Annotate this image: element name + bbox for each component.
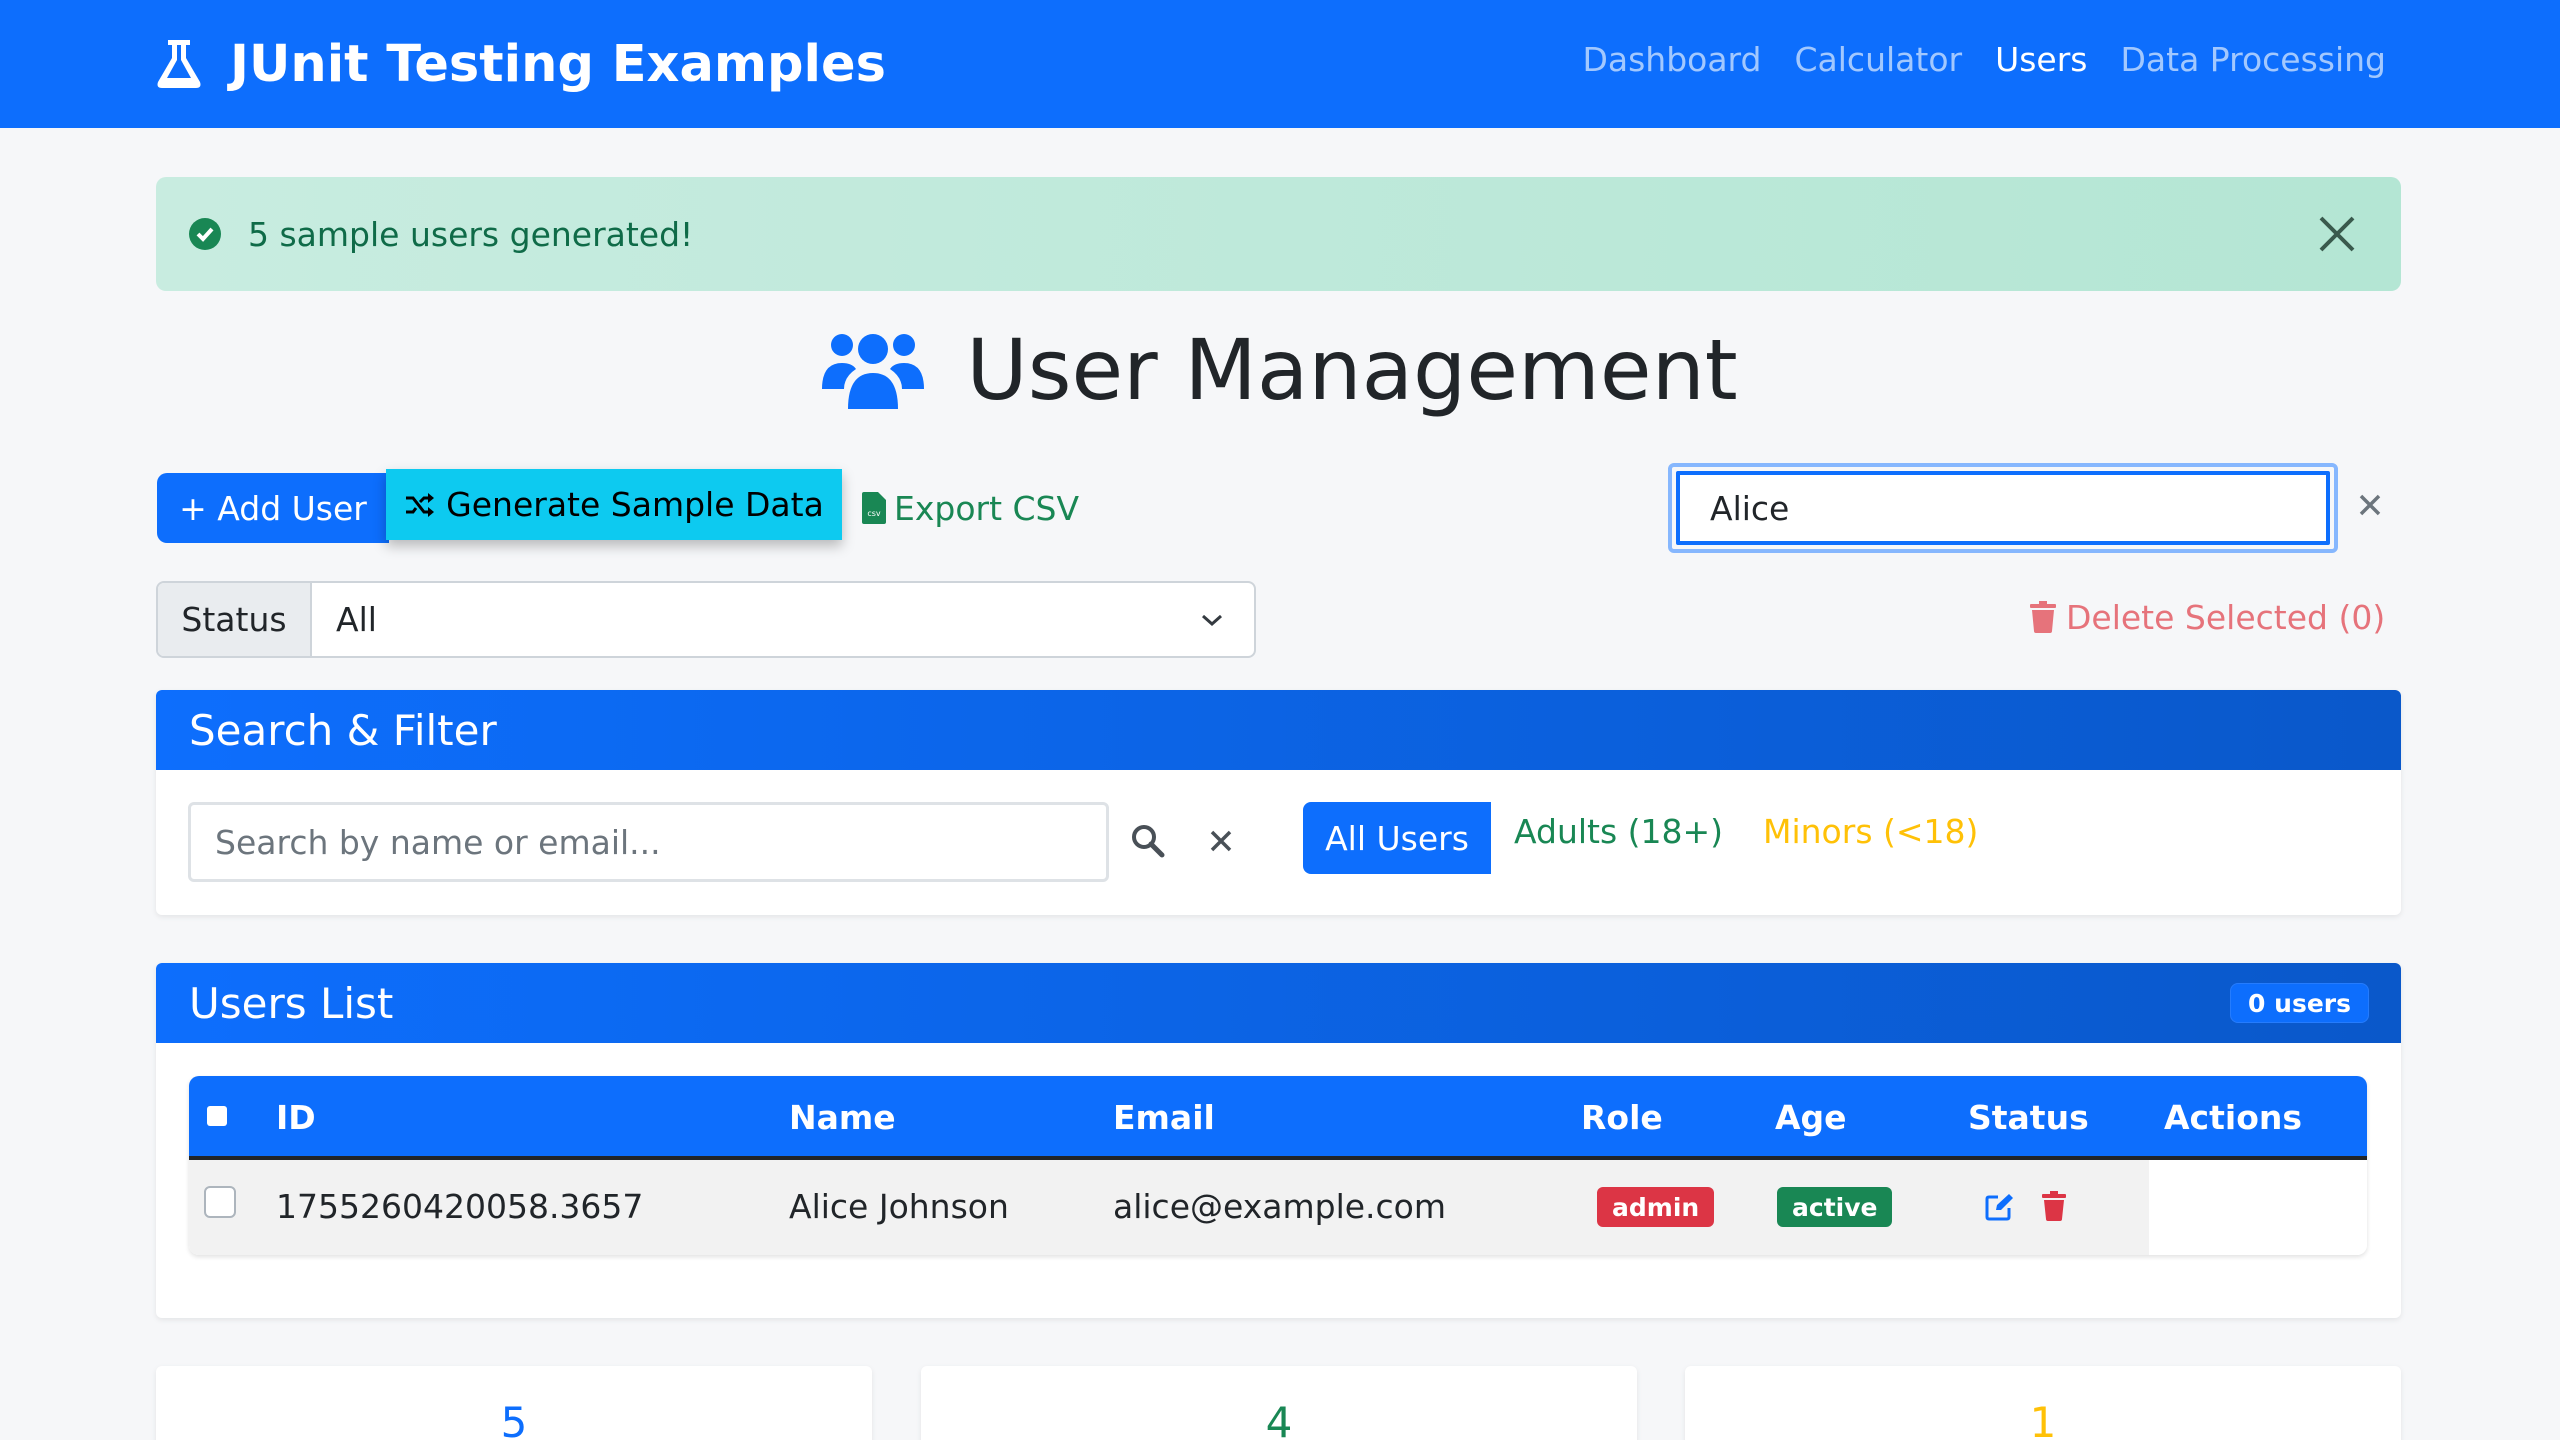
filter-minors-button[interactable]: Minors (<18) xyxy=(1763,812,1978,851)
csv-file-icon: csv xyxy=(862,492,886,524)
users-list-card: Users List 0 users ID Name Email Role Ag… xyxy=(156,963,2401,1318)
clear-search-icon[interactable] xyxy=(2355,490,2385,520)
column-header-id: ID xyxy=(276,1098,316,1137)
column-header-status: Status xyxy=(1968,1098,2089,1137)
stat-adults-value: 4 xyxy=(1265,1398,1293,1440)
edit-icon[interactable] xyxy=(1984,1192,2014,1222)
navbar: JUnit Testing Examples Dashboard Calcula… xyxy=(0,0,2560,128)
trash-icon[interactable] xyxy=(2042,1191,2066,1221)
search-filter-header: Search & Filter xyxy=(156,690,2401,770)
search-filter-title: Search & Filter xyxy=(189,705,497,755)
search-placeholder: Search by name or email... xyxy=(215,822,661,862)
search-field-wrapper xyxy=(1668,463,2338,553)
users-list-header: Users List 0 users xyxy=(156,963,2401,1043)
users-table: ID Name Email Role Age Status Actions 17… xyxy=(189,1076,2367,1255)
brand[interactable]: JUnit Testing Examples xyxy=(156,32,886,96)
page-title: User Management xyxy=(966,321,1738,419)
status-filter: Status All xyxy=(156,581,1256,658)
close-icon[interactable] xyxy=(1208,828,1234,854)
table-row: 1755260420058.3657 Alice Johnson alice@e… xyxy=(189,1160,2367,1255)
search-filter-card: Search & Filter Search by name or email.… xyxy=(156,690,2401,915)
role-badge: admin xyxy=(1597,1187,1715,1227)
select-all-checkbox[interactable] xyxy=(207,1106,227,1126)
export-csv-button[interactable]: csv Export CSV xyxy=(862,484,1079,532)
check-circle-icon xyxy=(189,218,221,250)
users-icon xyxy=(822,334,925,409)
svg-text:csv: csv xyxy=(867,509,881,518)
status-selected-value: All xyxy=(336,600,377,639)
brand-title: JUnit Testing Examples xyxy=(230,34,886,94)
column-header-name: Name xyxy=(789,1098,896,1137)
status-select[interactable]: All xyxy=(312,583,1254,656)
status-label: Status xyxy=(158,583,312,656)
filter-all-users-button[interactable]: All Users xyxy=(1303,802,1491,874)
nav-links: Dashboard Calculator Users Data Processi… xyxy=(1582,40,2386,79)
table-header: ID Name Email Role Age Status Actions xyxy=(189,1076,2367,1160)
cell-name: Alice Johnson xyxy=(789,1187,1009,1226)
stat-total-value: 5 xyxy=(500,1398,528,1440)
status-badge: active xyxy=(1777,1187,1893,1227)
delete-selected-button[interactable]: Delete Selected (0) xyxy=(2030,594,2385,640)
stat-minors-value: 1 xyxy=(2029,1398,2057,1440)
nav-link-users[interactable]: Users xyxy=(1995,40,2087,79)
alert-message: 5 sample users generated! xyxy=(248,214,694,254)
chevron-down-icon xyxy=(1202,614,1222,626)
stat-total-users: 5 xyxy=(156,1366,872,1440)
stat-adults: 4 xyxy=(921,1366,1637,1440)
export-label: Export CSV xyxy=(894,488,1080,528)
users-list-title: Users List xyxy=(189,978,394,1028)
stat-minors: 1 xyxy=(1685,1366,2401,1440)
user-count-badge: 0 users xyxy=(2230,983,2369,1023)
column-header-actions: Actions xyxy=(2164,1098,2302,1137)
page-header: User Management xyxy=(0,320,2560,420)
search-icon[interactable] xyxy=(1130,823,1166,859)
nav-link-dashboard[interactable]: Dashboard xyxy=(1582,40,1761,79)
generate-sample-data-button[interactable]: Generate Sample Data xyxy=(386,469,842,540)
cell-id: 1755260420058.3657 xyxy=(276,1187,644,1226)
cell-email: alice@example.com xyxy=(1113,1187,1447,1226)
delete-selected-label: Delete Selected (0) xyxy=(2066,597,2386,637)
close-icon[interactable] xyxy=(2317,214,2357,254)
quick-search-input[interactable] xyxy=(1676,471,2330,545)
success-alert: 5 sample users generated! xyxy=(156,177,2401,291)
nav-link-data-processing[interactable]: Data Processing xyxy=(2121,40,2387,79)
filter-adults-button[interactable]: Adults (18+) xyxy=(1514,812,1723,851)
add-user-button[interactable]: + Add User xyxy=(157,473,389,543)
trash-icon xyxy=(2030,601,2056,633)
shuffle-icon xyxy=(406,492,435,517)
flask-icon xyxy=(157,40,201,88)
search-input[interactable]: Search by name or email... xyxy=(188,802,1109,882)
row-checkbox[interactable] xyxy=(204,1186,236,1218)
nav-link-calculator[interactable]: Calculator xyxy=(1795,40,1963,79)
generate-label: Generate Sample Data xyxy=(446,485,824,524)
column-header-age: Age xyxy=(1775,1098,1847,1137)
column-header-email: Email xyxy=(1113,1098,1215,1137)
column-header-role: Role xyxy=(1581,1098,1663,1137)
